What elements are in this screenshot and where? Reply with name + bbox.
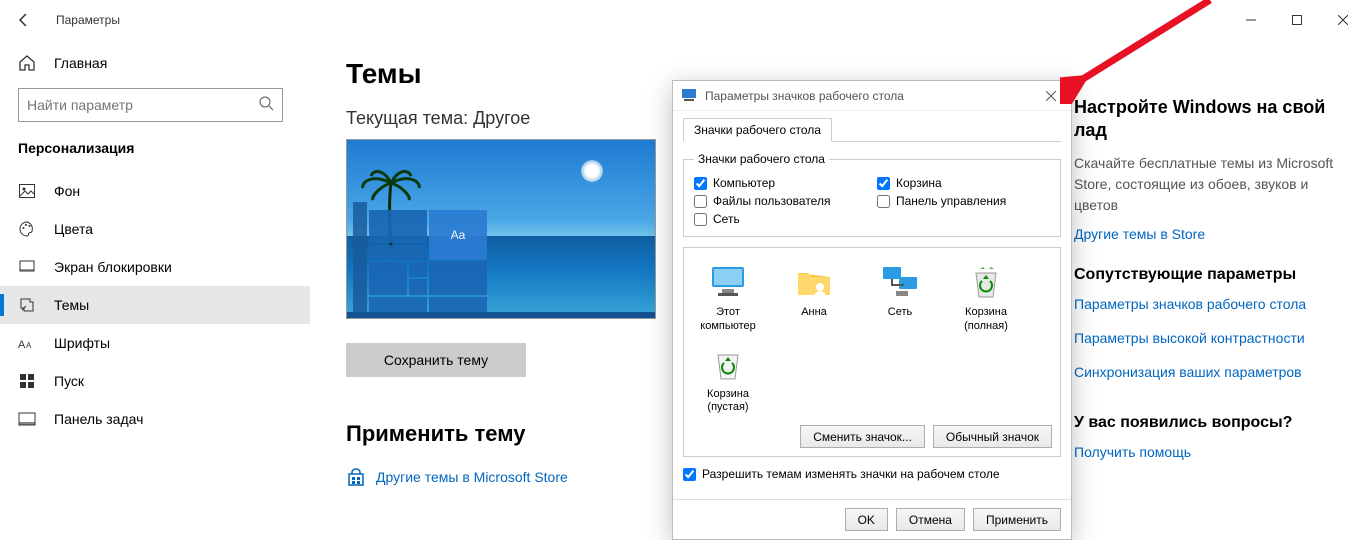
check-userfiles[interactable]: Файлы пользователя: [694, 194, 867, 208]
sidebar-item-themes[interactable]: Темы: [0, 286, 310, 324]
sidebar-item-colors[interactable]: Цвета: [0, 210, 310, 248]
desktop-icons-dialog: Параметры значков рабочего стола Значки …: [672, 80, 1072, 540]
sidebar-item-label: Фон: [54, 183, 80, 199]
rail-link-high-contrast[interactable]: Параметры высокой контрастности: [1074, 330, 1346, 346]
search-box[interactable]: [18, 88, 283, 122]
search-icon: [258, 95, 274, 116]
folder-user-icon: [793, 260, 835, 302]
monitor-icon: [707, 260, 749, 302]
store-icon: [346, 467, 366, 487]
titlebar: Параметры: [0, 0, 1366, 40]
check-controlpanel[interactable]: Панель управления: [877, 194, 1050, 208]
minimize-button[interactable]: [1228, 4, 1274, 36]
theme-preview[interactable]: Aa: [346, 139, 656, 319]
ok-button[interactable]: OK: [845, 508, 888, 531]
icon-network[interactable]: Сеть: [864, 260, 936, 334]
tile-aa: Aa: [429, 210, 487, 260]
dialog-close-button[interactable]: [1037, 85, 1065, 107]
dialog-titlebar: Параметры значков рабочего стола: [673, 81, 1071, 111]
back-button[interactable]: [8, 4, 40, 36]
sidebar-item-label: Цвета: [54, 221, 93, 237]
icon-recycle-full[interactable]: Корзина (полная): [950, 260, 1022, 334]
check-network-input[interactable]: [694, 213, 707, 226]
check-computer-input[interactable]: [694, 177, 707, 190]
rail-customize-text: Скачайте бесплатные темы из Microsoft St…: [1074, 153, 1346, 216]
sidebar-item-start[interactable]: Пуск: [0, 362, 310, 400]
sidebar-item-label: Пуск: [54, 373, 84, 389]
sidebar-home[interactable]: Главная: [0, 48, 310, 78]
sidebar-item-label: Панель задач: [54, 411, 143, 427]
rail-link-desktop-icons[interactable]: Параметры значков рабочего стола: [1074, 296, 1346, 312]
themes-icon: [18, 296, 36, 314]
check-recycle-input[interactable]: [877, 177, 890, 190]
close-button[interactable]: [1320, 4, 1366, 36]
svg-text:A: A: [18, 339, 26, 351]
check-userfiles-input[interactable]: [694, 195, 707, 208]
recycle-full-icon: [965, 260, 1007, 302]
icon-preview-box: Этот компьютер Анна Сеть Корзина (полная…: [683, 247, 1061, 457]
check-network[interactable]: Сеть: [694, 212, 867, 226]
search-input[interactable]: [27, 97, 247, 113]
app-title: Параметры: [56, 13, 120, 27]
picture-icon: [18, 182, 36, 200]
fonts-icon: AA: [18, 334, 36, 352]
icon-user[interactable]: Анна: [778, 260, 850, 334]
sidebar-category: Персонализация: [0, 136, 310, 172]
lockscreen-icon: [18, 258, 36, 276]
sidebar-item-label: Экран блокировки: [54, 259, 172, 275]
default-icon-button[interactable]: Обычный значок: [933, 425, 1052, 448]
sidebar: Главная Персонализация Фон Цвета Экран б…: [0, 40, 310, 526]
icon-this-pc[interactable]: Этот компьютер: [692, 260, 764, 334]
icon-recycle-empty[interactable]: Корзина (пустая): [692, 342, 764, 416]
store-themes-link-text[interactable]: Другие темы в Microsoft Store: [376, 469, 568, 485]
dialog-tab-icons[interactable]: Значки рабочего стола: [683, 118, 832, 142]
change-icon-button[interactable]: Сменить значок...: [800, 425, 925, 448]
rail-help-link[interactable]: Получить помощь: [1074, 444, 1346, 460]
sidebar-item-label: Шрифты: [54, 335, 110, 351]
sidebar-item-label: Темы: [54, 297, 89, 313]
sidebar-item-fonts[interactable]: AA Шрифты: [0, 324, 310, 362]
right-rail: Настройте Windows на свой лад Скачайте б…: [1074, 40, 1366, 526]
palette-icon: [18, 220, 36, 238]
sidebar-home-label: Главная: [54, 55, 107, 71]
sidebar-item-background[interactable]: Фон: [0, 172, 310, 210]
svg-text:A: A: [26, 341, 32, 350]
cancel-button[interactable]: Отмена: [896, 508, 965, 531]
dialog-icon: [681, 86, 697, 105]
check-recycle[interactable]: Корзина: [877, 176, 1050, 190]
dialog-tabstrip: Значки рабочего стола: [683, 117, 1061, 142]
network-icon: [879, 260, 921, 302]
rail-link-sync[interactable]: Синхронизация ваших параметров: [1074, 364, 1346, 380]
rail-related-heading: Сопутствующие параметры: [1074, 266, 1346, 284]
taskbar-icon: [18, 410, 36, 428]
sidebar-item-lockscreen[interactable]: Экран блокировки: [0, 248, 310, 286]
sidebar-item-taskbar[interactable]: Панель задач: [0, 400, 310, 438]
rail-customize-heading: Настройте Windows на свой лад: [1074, 96, 1346, 143]
allow-themes-check[interactable]: Разрешить темам изменять значки на рабоч…: [683, 467, 1061, 481]
dialog-title: Параметры значков рабочего стола: [705, 89, 904, 103]
allow-themes-input[interactable]: [683, 468, 696, 481]
recycle-empty-icon: [707, 342, 749, 384]
apply-button[interactable]: Применить: [973, 508, 1061, 531]
maximize-button[interactable]: [1274, 4, 1320, 36]
rail-store-link[interactable]: Другие темы в Store: [1074, 226, 1346, 242]
home-icon: [18, 54, 36, 72]
desktop-icons-group: Значки рабочего стола Компьютер Корзина …: [683, 152, 1061, 237]
rail-help-heading: У вас появились вопросы?: [1074, 414, 1346, 432]
group-legend: Значки рабочего стола: [694, 152, 829, 166]
check-computer[interactable]: Компьютер: [694, 176, 867, 190]
start-icon: [18, 372, 36, 390]
check-controlpanel-input[interactable]: [877, 195, 890, 208]
dialog-footer: OK Отмена Применить: [673, 499, 1071, 539]
save-theme-button[interactable]: Сохранить тему: [346, 343, 526, 377]
